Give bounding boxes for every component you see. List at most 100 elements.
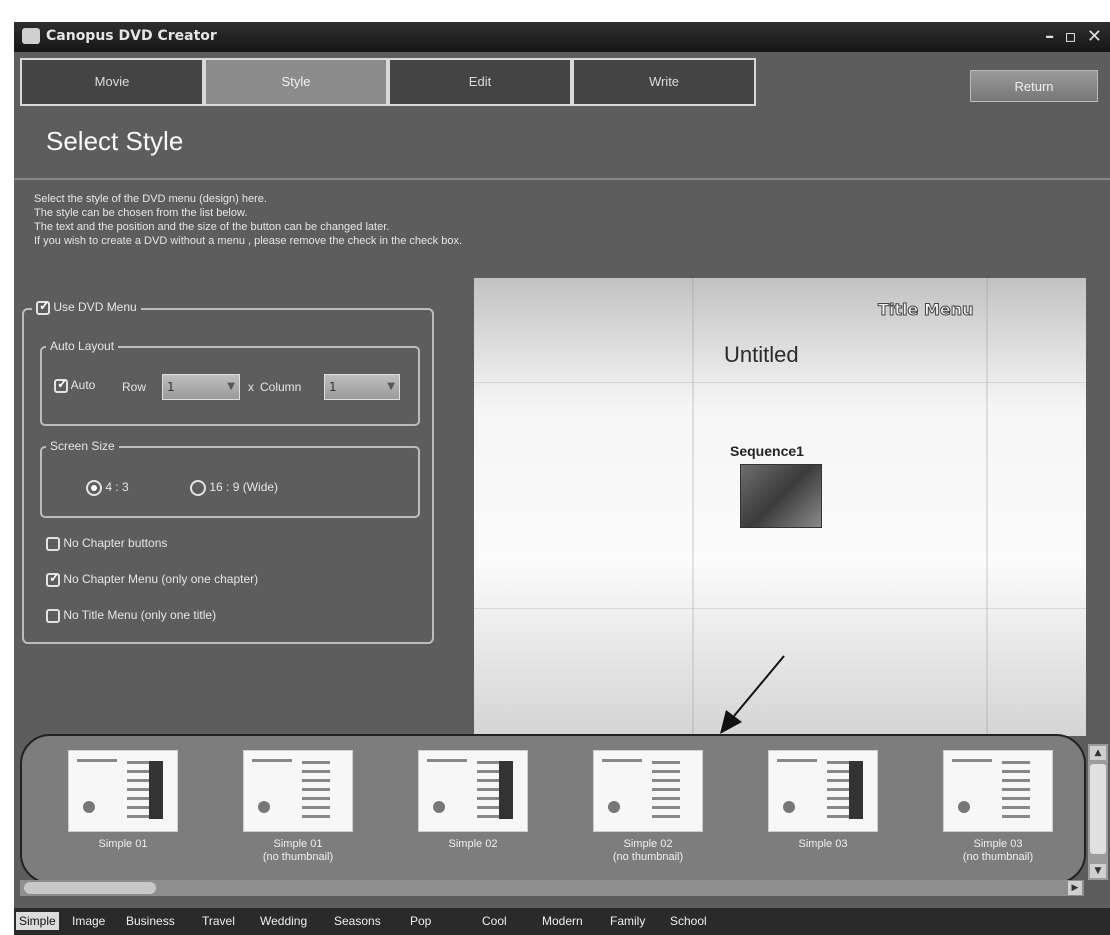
row-label: Row xyxy=(122,380,147,394)
instruction-line: The style can be chosen from the list be… xyxy=(34,207,248,219)
title-bar: Canopus DVD Creator – ▫ ✕ xyxy=(14,22,1110,52)
row-value: 1 xyxy=(167,380,175,394)
row-select[interactable]: 1 ▼ xyxy=(162,374,240,400)
auto-layout-legend: Auto Layout xyxy=(46,339,119,353)
style-thumbnail xyxy=(768,750,878,832)
auto-checkbox[interactable]: Auto xyxy=(54,376,96,393)
style-category-tabs: Simple Image Business Travel Wedding Sea… xyxy=(14,908,1110,935)
style-item-simple-02[interactable]: Simple 02 xyxy=(412,750,532,884)
checkbox-checked-icon xyxy=(36,298,50,315)
style-label: Simple 03 (no thumbnail) xyxy=(962,838,1034,863)
style-item-simple-03-no-thumb[interactable]: Simple 03 (no thumbnail) xyxy=(937,750,1057,884)
instruction-line: Select the style of the DVD menu (design… xyxy=(34,193,267,205)
category-tab-cool[interactable]: Cool xyxy=(482,914,507,928)
preview-guide-line xyxy=(692,278,694,736)
times-label: x xyxy=(248,380,254,394)
category-tab-travel[interactable]: Travel xyxy=(202,914,235,928)
aspect-16-9-label: 16 : 9 (Wide) xyxy=(209,480,279,495)
scrollbar-thumb[interactable] xyxy=(1090,764,1106,854)
screen-size-group: Screen Size 4 : 3 16 : 9 (Wide) xyxy=(40,439,420,518)
style-item-simple-01-no-thumb[interactable]: Simple 01 (no thumbnail) xyxy=(237,750,357,884)
preview-sequence-thumbnail xyxy=(740,464,822,528)
checkbox-empty-icon xyxy=(46,608,60,623)
instruction-line: If you wish to create a DVD without a me… xyxy=(34,235,462,247)
style-list-vertical-scrollbar[interactable]: ▲ ▼ xyxy=(1088,744,1108,880)
no-chapter-menu-checkbox[interactable]: No Chapter Menu (only one chapter) xyxy=(46,570,259,587)
preview-guide-line xyxy=(474,382,1086,383)
scroll-down-icon[interactable]: ▼ xyxy=(1090,864,1106,878)
preview-guide-line xyxy=(986,278,988,736)
use-dvd-menu-group: Use DVD Menu Auto Layout Auto Row 1 ▼ x … xyxy=(22,298,434,644)
window-controls[interactable]: – ▫ ✕ xyxy=(1045,26,1104,47)
checkbox-checked-icon xyxy=(54,376,68,393)
aspect-16-9-radio[interactable]: 16 : 9 (Wide) xyxy=(190,480,278,496)
radio-selected-icon xyxy=(86,480,102,496)
tab-movie[interactable]: Movie xyxy=(20,58,204,106)
category-tab-business[interactable]: Business xyxy=(126,914,175,928)
style-thumbnail xyxy=(68,750,178,832)
instruction-line: The text and the position and the size o… xyxy=(34,221,390,233)
screen-size-legend: Screen Size xyxy=(46,439,119,453)
category-tab-family[interactable]: Family xyxy=(610,914,645,928)
no-chapter-buttons-label: No Chapter buttons xyxy=(63,536,168,550)
scroll-up-icon[interactable]: ▲ xyxy=(1090,746,1106,760)
style-item-simple-01[interactable]: Simple 01 xyxy=(62,750,182,884)
style-label: Simple 02 (no thumbnail) xyxy=(612,838,684,863)
tab-style[interactable]: Style xyxy=(204,58,388,106)
return-button[interactable]: Return xyxy=(970,70,1098,102)
style-label: Simple 03 xyxy=(798,838,848,850)
category-tab-wedding[interactable]: Wedding xyxy=(260,914,307,928)
no-title-menu-label: No Title Menu (only one title) xyxy=(63,608,217,622)
chevron-down-icon: ▼ xyxy=(227,381,235,392)
style-label: Simple 02 xyxy=(448,838,498,850)
style-list-horizontal-scrollbar[interactable]: ▶ xyxy=(20,880,1084,896)
checkbox-empty-icon xyxy=(46,536,60,551)
dvd-creator-window: Canopus DVD Creator – ▫ ✕ Movie Style Ed… xyxy=(14,22,1110,935)
auto-label: Auto xyxy=(70,378,96,392)
style-label: Simple 01 xyxy=(98,838,148,850)
checkbox-checked-icon xyxy=(46,570,60,587)
category-tab-simple[interactable]: Simple xyxy=(16,912,59,930)
column-value: 1 xyxy=(329,380,337,394)
window-title: Canopus DVD Creator xyxy=(46,28,217,44)
category-tab-modern[interactable]: Modern xyxy=(542,914,583,928)
style-item-simple-03[interactable]: Simple 03 xyxy=(762,750,882,884)
aspect-4-3-label: 4 : 3 xyxy=(105,480,129,495)
preview-disc-title: Untitled xyxy=(724,342,799,367)
scroll-right-icon[interactable]: ▶ xyxy=(1068,881,1082,895)
column-select[interactable]: 1 ▼ xyxy=(324,374,400,400)
chevron-down-icon: ▼ xyxy=(387,381,395,392)
radio-empty-icon xyxy=(190,480,206,496)
preview-guide-line xyxy=(474,608,1086,609)
app-icon xyxy=(22,28,40,44)
style-thumbnail xyxy=(943,750,1053,832)
use-dvd-menu-checkbox[interactable]: Use DVD Menu xyxy=(32,298,141,315)
scrollbar-thumb[interactable] xyxy=(24,882,156,894)
preview-title-menu: Title Menu xyxy=(878,300,975,320)
tab-write[interactable]: Write xyxy=(572,58,756,106)
category-tab-image[interactable]: Image xyxy=(72,914,105,928)
no-chapter-buttons-checkbox[interactable]: No Chapter buttons xyxy=(46,536,167,551)
tab-edit[interactable]: Edit xyxy=(388,58,572,106)
no-title-menu-checkbox[interactable]: No Title Menu (only one title) xyxy=(46,608,216,623)
menu-preview: Title Menu Untitled Sequence1 xyxy=(474,278,1086,736)
header-divider xyxy=(14,178,1110,180)
preview-sequence-label: Sequence1 xyxy=(730,443,804,459)
no-chapter-menu-label: No Chapter Menu (only one chapter) xyxy=(63,572,259,586)
wizard-tabs: Movie Style Edit Write xyxy=(20,58,756,108)
category-tab-school[interactable]: School xyxy=(670,914,707,928)
style-thumbnail xyxy=(243,750,353,832)
aspect-4-3-radio[interactable]: 4 : 3 xyxy=(86,480,129,496)
style-label: Simple 01 (no thumbnail) xyxy=(262,838,334,863)
style-thumbnail xyxy=(593,750,703,832)
auto-layout-group: Auto Layout Auto Row 1 ▼ x Column 1 ▼ xyxy=(40,339,420,426)
style-thumbnail xyxy=(418,750,528,832)
column-label: Column xyxy=(260,380,302,394)
instructions: Select the style of the DVD menu (design… xyxy=(34,192,462,248)
page-title: Select Style xyxy=(46,126,184,156)
category-tab-seasons[interactable]: Seasons xyxy=(334,914,381,928)
category-tab-pop[interactable]: Pop xyxy=(410,914,431,928)
use-dvd-menu-label: Use DVD Menu xyxy=(53,300,137,314)
style-list: Simple 01 Simple 01 (no thumbnail) Simple… xyxy=(20,734,1086,884)
style-item-simple-02-no-thumb[interactable]: Simple 02 (no thumbnail) xyxy=(587,750,707,884)
